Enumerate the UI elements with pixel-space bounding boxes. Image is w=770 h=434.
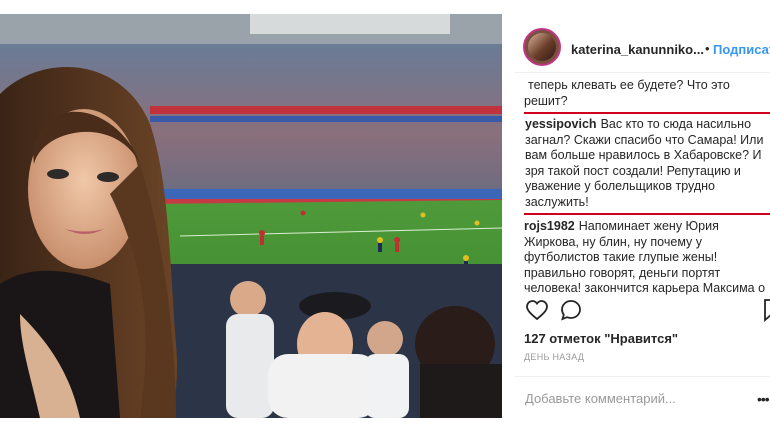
avatar[interactable]: [523, 28, 561, 66]
post-header: katerina_kanunniko... • Подписат: [515, 14, 770, 73]
heart-icon[interactable]: [525, 298, 549, 322]
top-margin: [0, 0, 770, 14]
comment-item: теперь клевать ее будете? Что это решит?: [524, 78, 770, 109]
more-icon[interactable]: •••: [757, 391, 770, 407]
post-time[interactable]: ДЕНЬ НАЗАД: [524, 352, 584, 362]
bottom-margin: [0, 418, 770, 434]
avatar-image: [528, 33, 556, 61]
comment-username[interactable]: yessipovich: [525, 117, 597, 131]
comment-icon[interactable]: [559, 298, 583, 322]
post-photo: [0, 14, 502, 418]
likes-count[interactable]: 127 отметок "Нравится": [524, 331, 678, 346]
bookmark-icon[interactable]: [763, 298, 770, 322]
follow-button[interactable]: Подписат: [713, 42, 770, 57]
separator-dot: •: [705, 41, 710, 56]
add-comment-bar[interactable]: Добавьте комментарий... •••: [515, 376, 770, 419]
add-comment-input[interactable]: Добавьте комментарий...: [525, 391, 676, 406]
username-link[interactable]: katerina_kanunniko...: [571, 42, 704, 57]
comment-username[interactable]: rojs1982: [524, 219, 575, 233]
highlighted-comment: yessipovich Вас кто то сюда насильно загн…: [524, 112, 770, 215]
stadium-selfie-image: [0, 14, 502, 418]
post-side-panel: katerina_kanunniko... • Подписат теперь …: [515, 14, 770, 418]
comment-text: теперь клевать ее будете? Что это решит?: [524, 78, 730, 108]
comment-item: rojs1982 Напоминает жену Юрия Жиркова, ну…: [524, 219, 770, 297]
action-bar: [525, 298, 770, 324]
comments-list: теперь клевать ее будете? Что это решит?…: [524, 78, 770, 304]
